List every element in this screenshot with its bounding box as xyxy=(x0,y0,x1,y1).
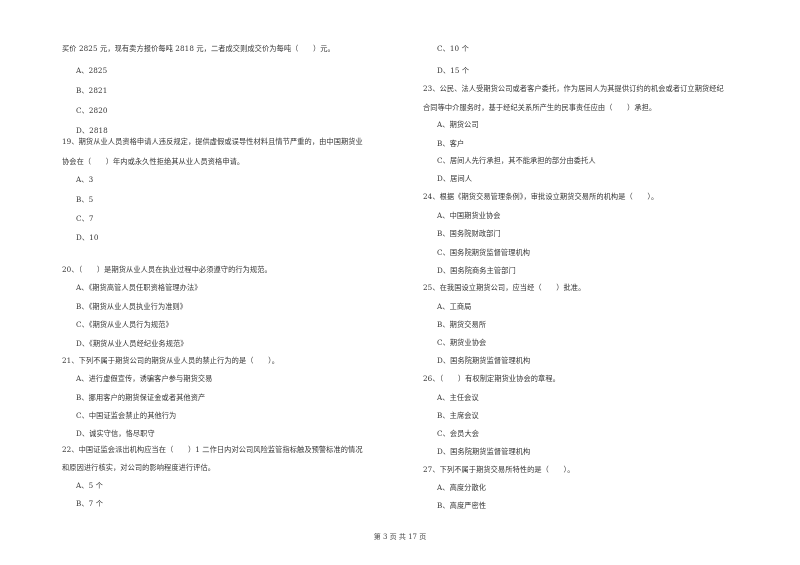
q19-option-d: D、10 xyxy=(76,233,99,242)
q18-option-c: C、2820 xyxy=(76,106,108,115)
q22-option-c: C、10 个 xyxy=(437,44,469,53)
q23-stem-line1: 23、公民、法人受期货公司或者客户委托，作为居间人为其提供订约的机会或者订立期货… xyxy=(423,84,724,93)
q20-option-b: B、《期货从业人员执业行为准则》 xyxy=(76,302,188,311)
q25-option-c: C、期货业协会 xyxy=(437,338,487,347)
q27-option-b: B、高度严密性 xyxy=(437,501,487,510)
q26-option-b: B、主席会议 xyxy=(437,411,479,420)
q23-option-a: A、期货公司 xyxy=(437,120,479,129)
q23-stem-line2: 合同等中介服务时，基于经纪关系所产生的民事责任应由（ ）承担。 xyxy=(423,103,657,112)
q22-stem-line2: 和原因进行核实，对公司的影响程度进行评估。 xyxy=(62,463,216,472)
q24-option-a: A、中国期货业协会 xyxy=(437,211,501,220)
q22-stem-line1: 22、中国证监会派出机构应当在（ ）1 二作日内对公司风险监管指标触及预警标准的… xyxy=(62,445,363,454)
q26-option-d: D、国务院期货监督管理机构 xyxy=(437,447,531,456)
q20-option-a: A、《期货高管人员任职资格管理办法》 xyxy=(76,283,202,292)
q24-option-c: C、国务院期货监督管理机构 xyxy=(437,248,531,257)
q24-stem: 24、根据《期货交易管理条例》，审批设立期货交易所的机构是（ ）。 xyxy=(423,192,659,201)
q18-stem-continued: 买价 2825 元，现有卖方报价每吨 2818 元，二者成交则成交价为每吨（ ）… xyxy=(62,44,335,53)
q18-option-a: A、2825 xyxy=(76,66,108,75)
q22-option-b: B、7 个 xyxy=(76,499,104,508)
q19-option-b: B、5 xyxy=(76,195,94,204)
q26-option-c: C、会员大会 xyxy=(437,429,480,438)
q23-option-b: B、客户 xyxy=(437,139,465,148)
q20-option-d: D、《期货从业人员经纪业务规范》 xyxy=(76,339,188,348)
q27-stem: 27、下列不属于期货交易所特性的是（ ）。 xyxy=(423,465,575,474)
page-footer: 第 3 页 共 17 页 xyxy=(373,533,427,541)
q21-stem: 21、下列不属于期货公司的期货从业人员的禁止行为的是（ ）。 xyxy=(62,356,280,365)
q19-stem-line1: 19、期货从业人员资格申请人违反规定，提供虚假或误导性材料且情节严重的，由中国期… xyxy=(62,137,363,146)
q25-option-b: B、期货交易所 xyxy=(437,320,487,329)
q19-option-a: A、3 xyxy=(76,175,94,184)
q25-option-d: D、国务院期货监督管理机构 xyxy=(437,356,531,365)
q21-option-d: D、诚实守信，恪尽职守 xyxy=(76,429,155,438)
q24-option-b: B、国务院财政部门 xyxy=(437,229,501,238)
q21-option-a: A、进行虚假宣传，诱骗客户参与期货交易 xyxy=(76,374,213,383)
q22-option-d: D、15 个 xyxy=(437,66,470,75)
q25-stem: 25、在我国设立期货公司，应当经（ ）批准。 xyxy=(423,283,586,292)
q18-option-b: B、2821 xyxy=(76,86,108,95)
q22-option-a: A、5 个 xyxy=(76,481,103,490)
q21-option-c: C、中国证监会禁止的其他行为 xyxy=(76,411,177,420)
q19-option-c: C、7 xyxy=(76,214,94,223)
q27-option-a: A、高度分散化 xyxy=(437,483,487,492)
q26-stem: 26、（ ）有权制定期货业协会的章程。 xyxy=(423,374,560,383)
q26-option-a: A、主任会议 xyxy=(437,393,479,402)
q20-option-c: C、《期货从业人员行为规范》 xyxy=(76,320,173,329)
q24-option-d: D、国务院商务主管部门 xyxy=(437,266,516,275)
q23-option-c: C、居间人先行承担，其不能承担的部分由委托人 xyxy=(437,156,596,165)
q23-option-d: D、居间人 xyxy=(437,174,473,183)
q20-stem: 20、（ ）是期货从业人员在执业过程中必须遵守的行为规范。 xyxy=(62,265,272,274)
q21-option-b: B、挪用客户的期货保证金或者其他资产 xyxy=(76,393,206,402)
q18-option-d: D、2818 xyxy=(76,126,108,135)
q19-stem-line2: 协会在（ ）年内或永久性拒绝其从业人员资格申请。 xyxy=(62,157,245,166)
q25-option-a: A、工商局 xyxy=(437,302,472,311)
